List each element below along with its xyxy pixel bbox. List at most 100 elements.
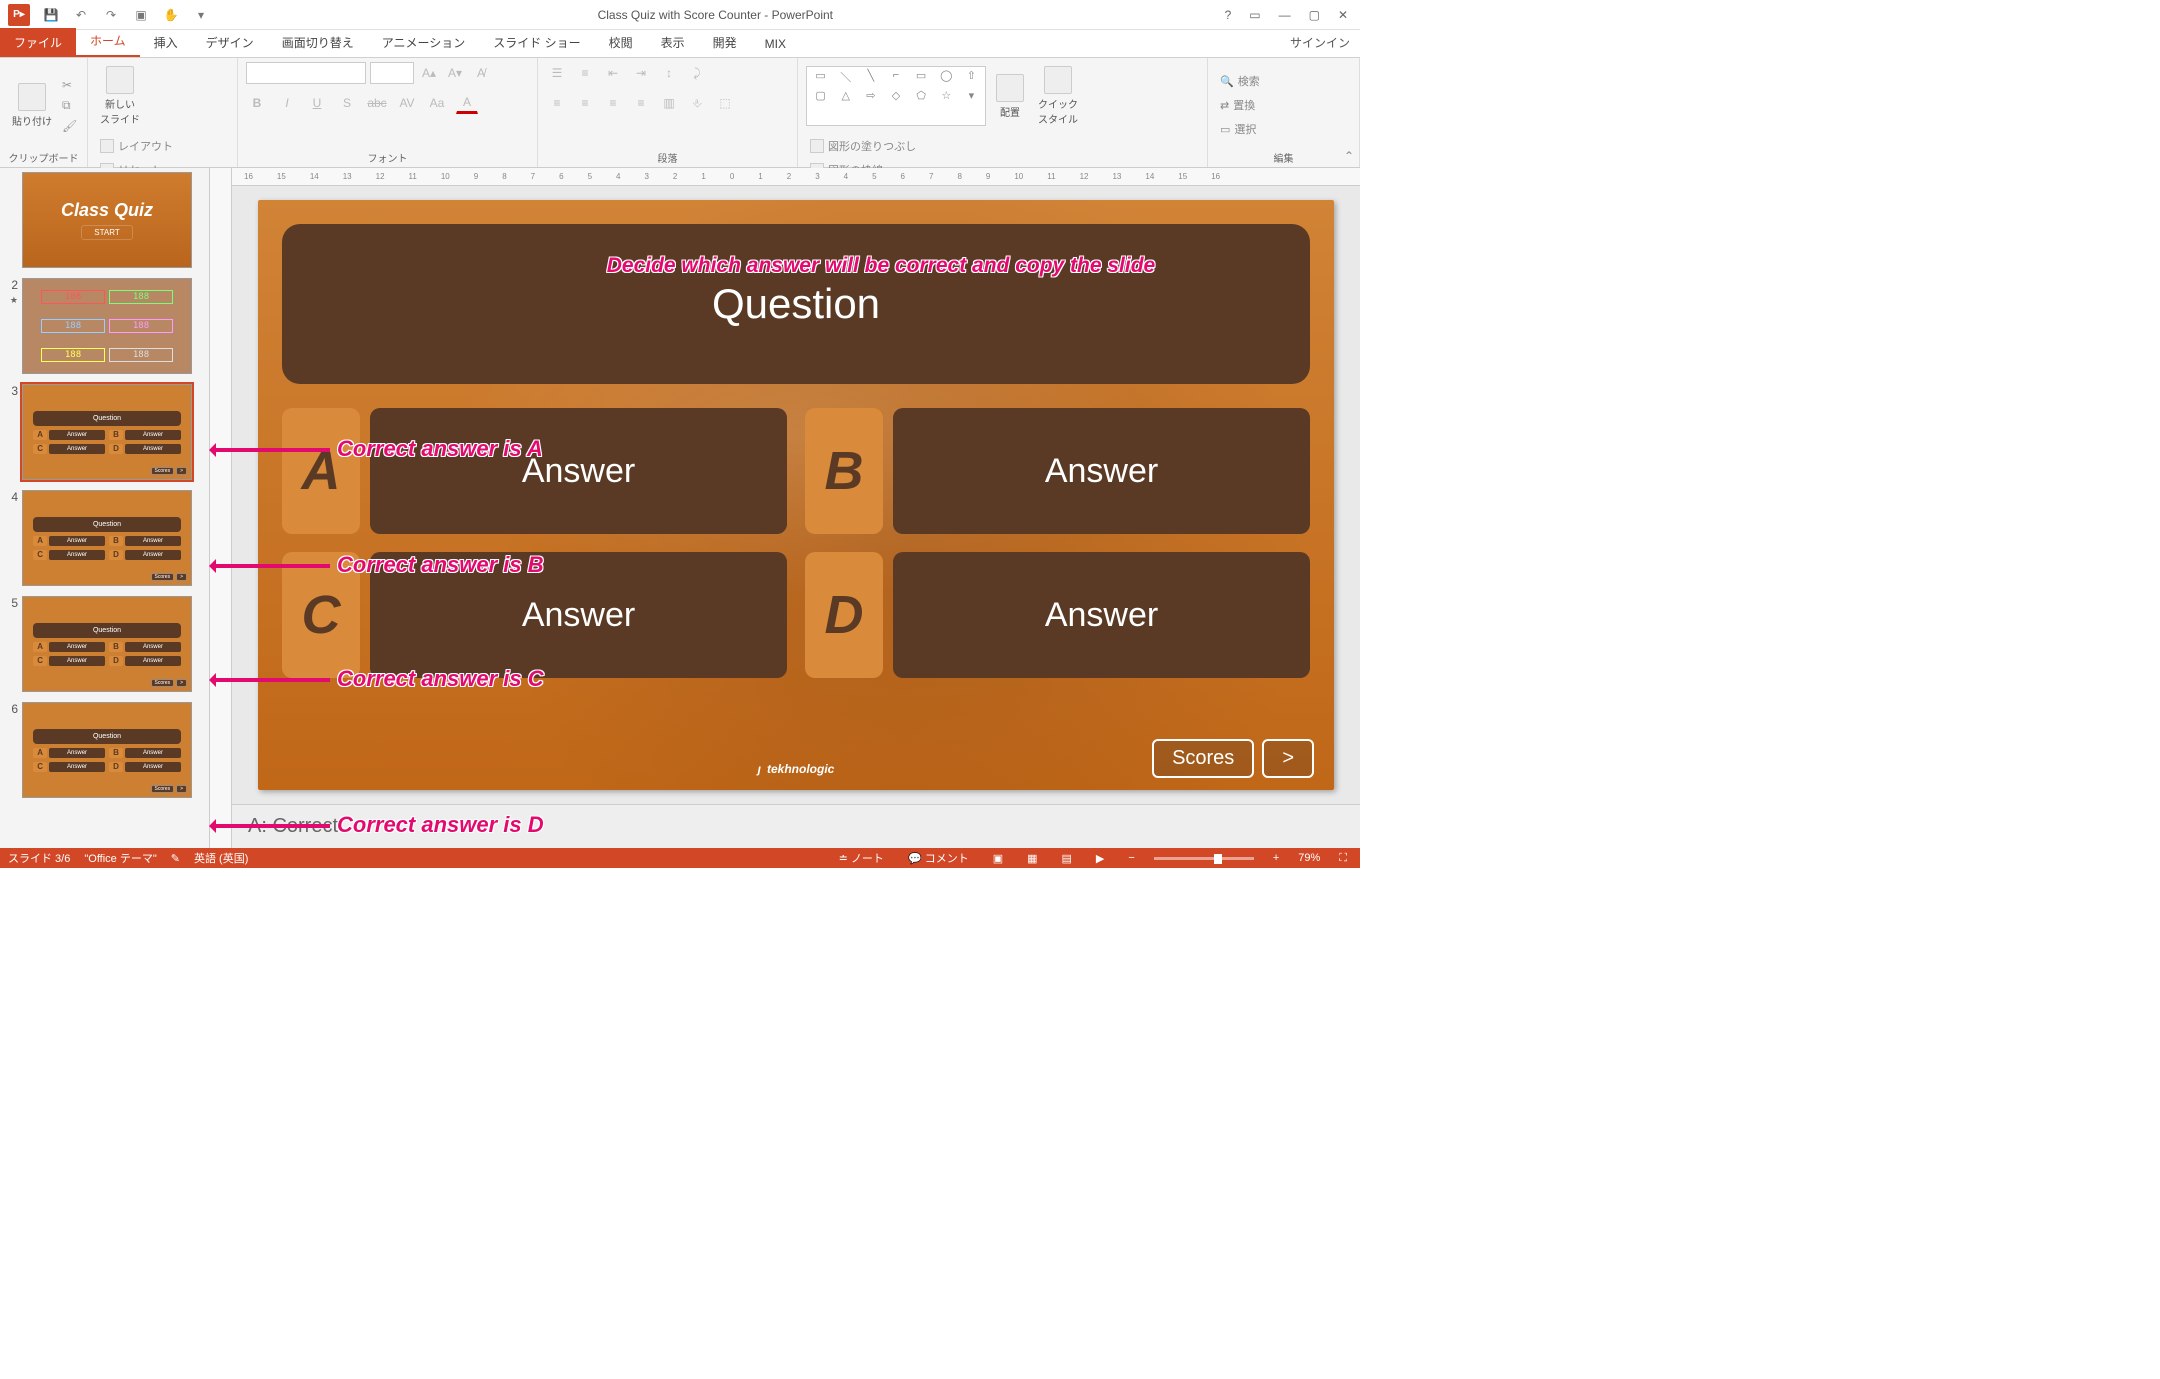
view-slideshow-icon[interactable]: ▶ — [1091, 852, 1109, 865]
underline-button[interactable]: U — [306, 92, 328, 114]
slide-thumbnail-4[interactable]: Question AAnswerBAnswer CAnswerDAnswer S… — [22, 490, 192, 586]
status-spellcheck-icon[interactable]: ✎ — [171, 852, 180, 865]
shape-connector-icon[interactable]: ⌐ — [884, 69, 907, 87]
shape-arrow-up-icon[interactable]: ⇧ — [960, 69, 983, 87]
shape-arrow-r-icon[interactable]: ⇨ — [859, 89, 882, 107]
shape-rect-icon[interactable]: ▭ — [910, 69, 933, 87]
shapes-gallery[interactable]: ▭＼╲⌐▭◯⇧ ▢△⇨◇⬠☆▾ — [806, 66, 986, 126]
italic-button[interactable]: I — [276, 92, 298, 114]
bullets-icon[interactable]: ☰ — [546, 62, 568, 84]
bold-button[interactable]: B — [246, 92, 268, 114]
increase-indent-icon[interactable]: ⇥ — [630, 62, 652, 84]
signin-link[interactable]: サインイン — [1280, 28, 1360, 57]
clear-formatting-icon[interactable]: A̸ — [470, 62, 492, 84]
answer-d[interactable]: Answer — [893, 552, 1310, 678]
fit-to-window-icon[interactable]: ⛶ — [1334, 852, 1352, 865]
slide-thumbnail-2[interactable]: 188 188 188 188 188 188 — [22, 278, 192, 374]
tab-design[interactable]: デザイン — [192, 28, 268, 57]
status-notes-button[interactable]: ≐ ノート — [834, 850, 889, 866]
text-shadow-button[interactable]: S — [336, 92, 358, 114]
copy-icon[interactable]: ⧉ — [62, 98, 77, 113]
status-comments-button[interactable]: 💬 コメント — [903, 850, 974, 866]
ribbon-options-button[interactable]: ▭ — [1249, 8, 1260, 22]
new-slide-button[interactable]: 新しい スライド — [96, 62, 144, 130]
status-language[interactable]: 英語 (英国) — [194, 850, 248, 866]
answer-a[interactable]: Answer — [370, 408, 787, 534]
slide-thumbnail-5[interactable]: Question AAnswerBAnswer CAnswerDAnswer S… — [22, 596, 192, 692]
save-icon[interactable]: 💾 — [42, 6, 60, 24]
notes-pane[interactable]: A: Correct — [232, 804, 1360, 848]
find-button[interactable]: 🔍検索 — [1216, 71, 1264, 91]
letter-a[interactable]: A — [282, 408, 360, 534]
cut-icon[interactable]: ✂ — [62, 78, 77, 92]
tab-animations[interactable]: アニメーション — [368, 28, 480, 57]
close-button[interactable]: ✕ — [1338, 8, 1348, 22]
minimize-button[interactable]: — — [1279, 8, 1291, 22]
align-center-icon[interactable]: ≡ — [574, 92, 596, 114]
shape-textbox-icon[interactable]: ▭ — [809, 69, 832, 87]
letter-c[interactable]: C — [282, 552, 360, 678]
collapse-ribbon-icon[interactable]: ⌃ — [1344, 149, 1354, 163]
align-right-icon[interactable]: ≡ — [602, 92, 624, 114]
zoom-level[interactable]: 79% — [1298, 852, 1320, 864]
font-family-select[interactable] — [246, 62, 366, 84]
view-normal-icon[interactable]: ▣ — [988, 852, 1008, 865]
touch-mode-icon[interactable]: ✋ — [162, 6, 180, 24]
tab-slideshow[interactable]: スライド ショー — [479, 28, 594, 57]
arrange-button[interactable]: 配置 — [992, 70, 1028, 123]
shape-line-icon[interactable]: ＼ — [834, 69, 857, 87]
text-direction-icon[interactable]: ⤸ — [686, 62, 708, 84]
slide-thumbnail-1[interactable]: Class Quiz START — [22, 172, 192, 268]
quick-styles-button[interactable]: クイック スタイル — [1034, 62, 1082, 130]
answer-b[interactable]: Answer — [893, 408, 1310, 534]
shape-diamond-icon[interactable]: ◇ — [884, 89, 907, 107]
align-text-icon[interactable]: ⎀ — [686, 92, 708, 114]
smartart-icon[interactable]: ⬚ — [714, 92, 736, 114]
help-button[interactable]: ? — [1225, 8, 1232, 22]
numbering-icon[interactable]: ≡ — [574, 62, 596, 84]
select-button[interactable]: ▭選択 — [1216, 119, 1264, 139]
answer-c[interactable]: Answer — [370, 552, 787, 678]
line-spacing-icon[interactable]: ↕ — [658, 62, 680, 84]
letter-b[interactable]: B — [805, 408, 883, 534]
shape-fill-button[interactable]: 図形の塗りつぶし — [806, 136, 920, 156]
shape-line2-icon[interactable]: ╲ — [859, 69, 882, 87]
increase-font-icon[interactable]: A▴ — [418, 62, 440, 84]
zoom-slider-knob[interactable] — [1214, 854, 1222, 864]
letter-d[interactable]: D — [805, 552, 883, 678]
undo-icon[interactable]: ↶ — [72, 6, 90, 24]
next-button[interactable]: > — [1262, 739, 1314, 778]
tab-insert[interactable]: 挿入 — [140, 28, 192, 57]
tab-transitions[interactable]: 画面切り替え — [268, 28, 368, 57]
shape-triangle-icon[interactable]: △ — [834, 89, 857, 107]
view-reading-icon[interactable]: ▤ — [1057, 852, 1077, 865]
strikethrough-button[interactable]: abc — [366, 92, 388, 114]
shape-more-icon[interactable]: ▾ — [960, 89, 983, 107]
tab-review[interactable]: 校閲 — [595, 28, 647, 57]
slide-thumbnail-6[interactable]: Question AAnswerBAnswer CAnswerDAnswer S… — [22, 702, 192, 798]
decrease-font-icon[interactable]: A▾ — [444, 62, 466, 84]
format-painter-icon[interactable]: 🖌 — [62, 119, 77, 133]
font-color-button[interactable]: A — [456, 92, 478, 114]
zoom-in-button[interactable]: + — [1268, 852, 1284, 864]
change-case-button[interactable]: Aa — [426, 92, 448, 114]
shape-callout-icon[interactable]: ⬠ — [910, 89, 933, 107]
start-slideshow-icon[interactable]: ▣ — [132, 6, 150, 24]
redo-icon[interactable]: ↷ — [102, 6, 120, 24]
tab-home[interactable]: ホーム — [76, 26, 140, 57]
zoom-slider[interactable] — [1154, 857, 1254, 860]
view-sorter-icon[interactable]: ▦ — [1022, 852, 1042, 865]
tab-view[interactable]: 表示 — [647, 28, 699, 57]
zoom-out-button[interactable]: − — [1123, 852, 1139, 864]
maximize-button[interactable]: ▢ — [1309, 8, 1320, 22]
tab-developer[interactable]: 開発 — [699, 28, 751, 57]
shape-oval-icon[interactable]: ◯ — [935, 69, 958, 87]
tab-mix[interactable]: MIX — [751, 31, 800, 57]
question-box[interactable]: Question — [282, 224, 1310, 384]
qat-more-icon[interactable]: ▾ — [192, 6, 210, 24]
align-left-icon[interactable]: ≡ — [546, 92, 568, 114]
replace-button[interactable]: ⇄置換 — [1216, 95, 1264, 115]
justify-icon[interactable]: ≡ — [630, 92, 652, 114]
shape-star-icon[interactable]: ☆ — [935, 89, 958, 107]
slide-thumbnail-3[interactable]: Question AAnswerBAnswer CAnswerDAnswer S… — [22, 384, 192, 480]
